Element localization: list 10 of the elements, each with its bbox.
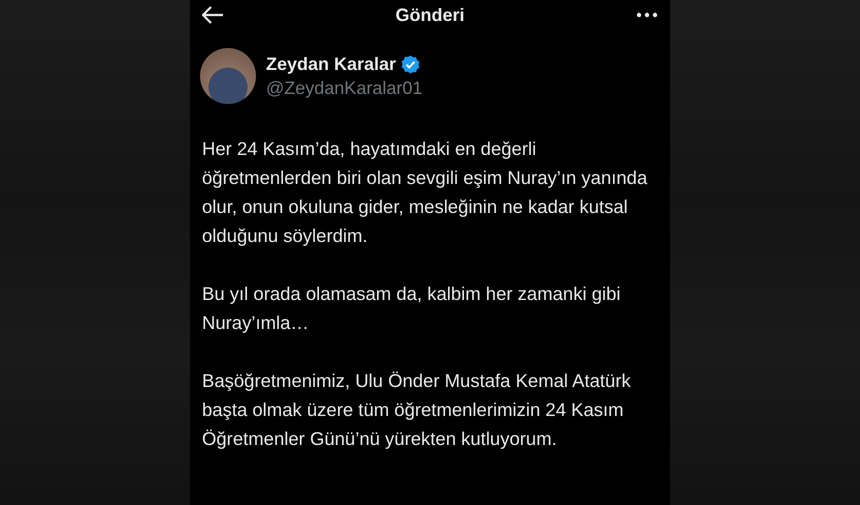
post-paragraph: Her 24 Kasım’da, hayatımdaki en değerli öğretmenlerden biri olan sevgili eşim Nuray’ın yanında olur, onun okuluna gider, mesleğinin ne kadar kutsal olduğunu söylerdim. xyxy=(202,137,648,248)
author-name[interactable]: Zeydan Karalar xyxy=(266,54,396,74)
page-title: Gönderi xyxy=(395,4,464,26)
back-button[interactable] xyxy=(202,6,224,24)
back-arrow-icon xyxy=(202,6,224,24)
post-paragraph: Bu yıl orada olamasam da, kalbim her zamanki gibi Nuray’ımla… xyxy=(202,282,622,335)
more-icon xyxy=(636,12,658,18)
author-handle[interactable]: @ZeydanKaralar01 xyxy=(266,78,422,98)
more-button[interactable] xyxy=(636,12,658,18)
post-paragraph: Başöğretmenimiz, Ulu Önder Mustafa Kemal Atatürk başta olmak üzere tüm öğretmenlerimizin 24 Kasım Öğretmenler Günü’nü yürekten kutluyorum. xyxy=(202,369,632,451)
